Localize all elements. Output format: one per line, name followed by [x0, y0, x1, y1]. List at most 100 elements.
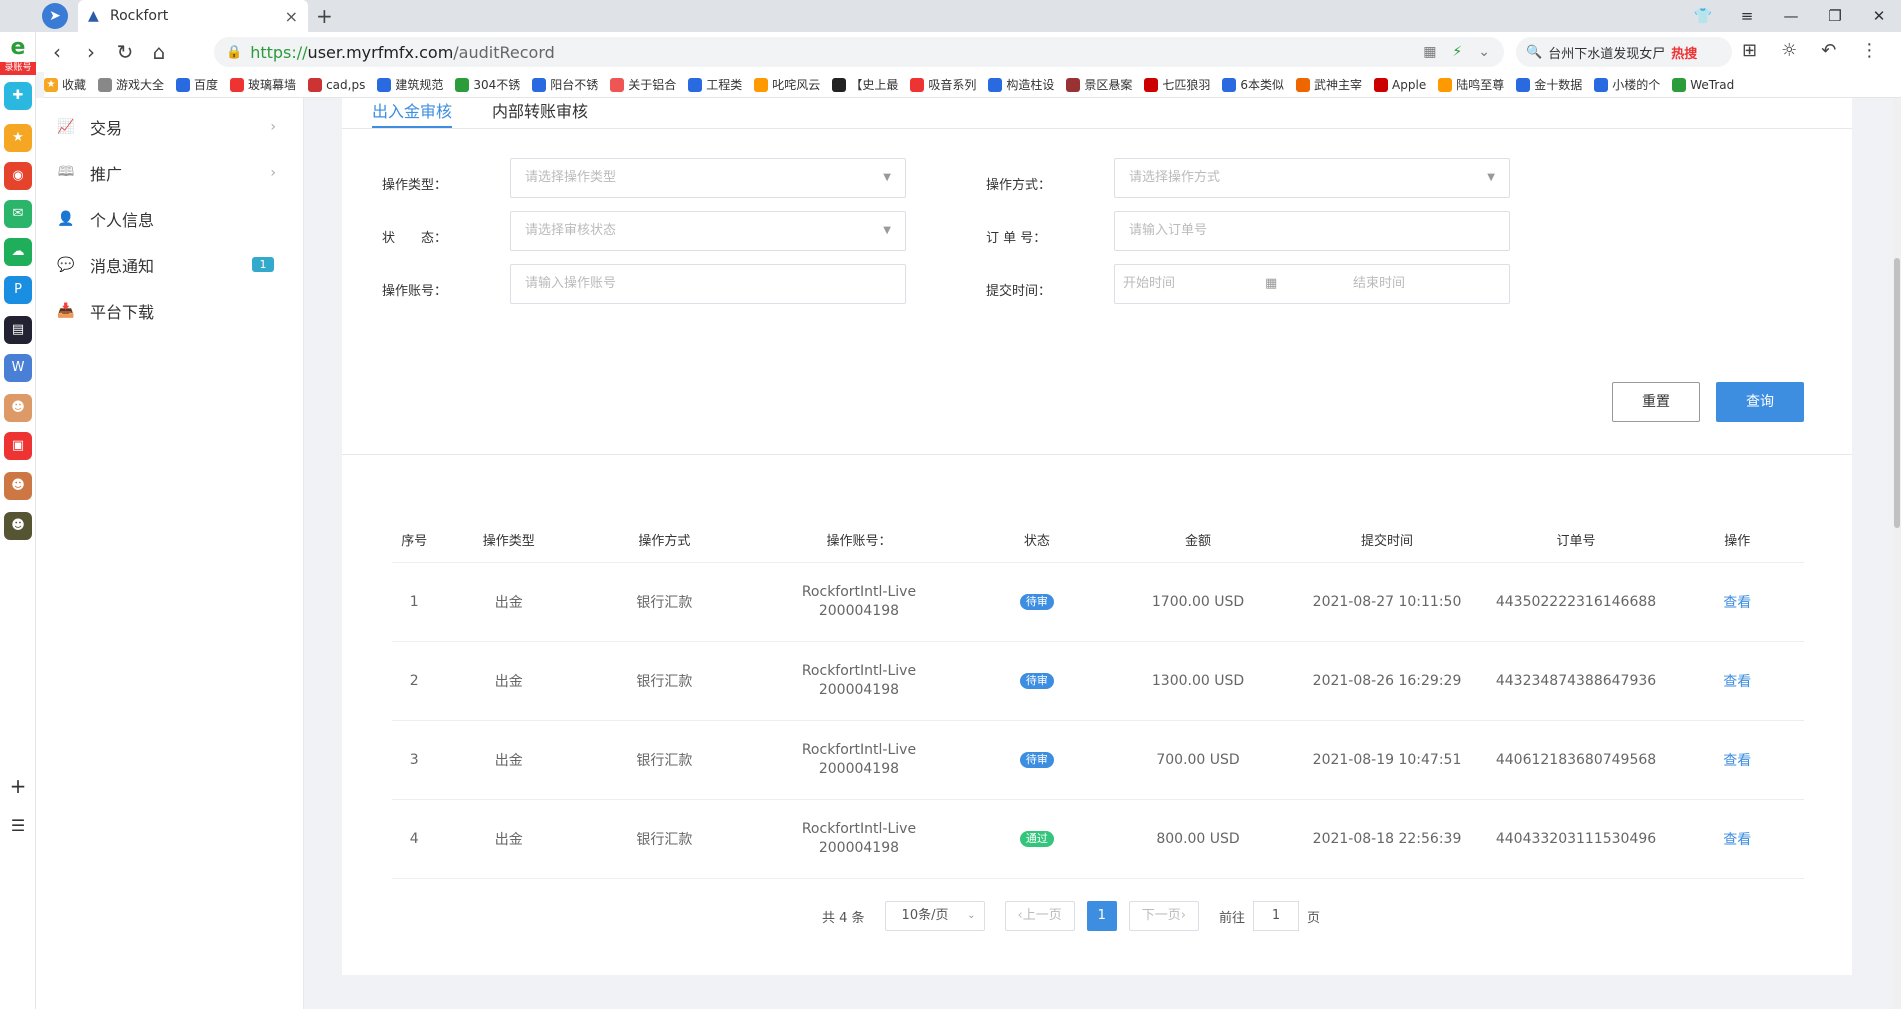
sidebar-item[interactable]: 🕮 推广 ›	[56, 158, 286, 188]
bookmark-icon	[1374, 77, 1389, 92]
bookmark-item[interactable]: 304不锈	[455, 76, 520, 93]
more-icon[interactable]: ⋮	[1860, 40, 1878, 61]
bookmark-item[interactable]: 构造柱设	[988, 76, 1054, 93]
status-badge: 待审	[1019, 594, 1054, 610]
query-button[interactable]: 查询	[1716, 382, 1804, 422]
op-type-placeholder: 请选择操作类型	[525, 170, 617, 185]
tab-deposit-withdraw-audit[interactable]: 出入金审核	[372, 98, 453, 128]
bookmark-item[interactable]: 工程类	[688, 76, 742, 93]
page-size-select[interactable]: 10条/页 ⌄	[884, 901, 985, 931]
bookmark-item[interactable]: 关于铝合	[610, 76, 676, 93]
scrollbar-thumb[interactable]	[1894, 258, 1900, 528]
game-icon-2[interactable]: ▣	[4, 432, 32, 460]
bookmark-item[interactable]: cad,ps	[308, 77, 365, 92]
account-input[interactable]: 请输入操作账号	[510, 264, 906, 304]
bookmark-item[interactable]: 吸音系列	[910, 76, 976, 93]
bookmark-item[interactable]: 金十数据	[1516, 76, 1582, 93]
back-icon[interactable]: ‹	[40, 40, 74, 64]
star-icon[interactable]: ★	[4, 124, 32, 152]
home-icon[interactable]: ⌂	[142, 40, 176, 64]
bolt-icon[interactable]: ⚡	[1452, 44, 1462, 60]
view-link[interactable]: 查看	[1670, 720, 1804, 800]
cloud-icon[interactable]: ☁	[4, 238, 32, 266]
close-tab-icon[interactable]: ×	[285, 7, 298, 26]
op-type-select[interactable]: 请选择操作类型 ▼	[510, 158, 906, 198]
page-scrollbar[interactable]	[1893, 98, 1901, 1009]
page-number[interactable]: 1	[1086, 901, 1117, 931]
qr-icon[interactable]: ▦	[1423, 44, 1436, 60]
record-account-label[interactable]: 录账号	[0, 62, 36, 75]
account-number: 200004198	[818, 839, 900, 856]
bookmark-item[interactable]: WeTrad	[1672, 77, 1734, 92]
sidebar-item[interactable]: 👤 个人信息	[56, 204, 286, 234]
view-link[interactable]: 查看	[1670, 641, 1804, 721]
browser-logo-icon[interactable]: ➤	[42, 3, 68, 29]
bookmark-item[interactable]: 阳台不锈	[532, 76, 598, 93]
weibo-icon[interactable]: ◉	[4, 162, 32, 190]
browser-e-icon[interactable]: e	[4, 34, 32, 62]
menu-icon[interactable]: ≡	[1725, 0, 1769, 32]
order-number: 443234874388647936	[1481, 641, 1671, 721]
bookmark-item[interactable]: 七匹狼羽	[1144, 76, 1210, 93]
grid-icon[interactable]: ⊞	[1742, 40, 1757, 61]
operation-method: 银行汇款	[581, 562, 748, 642]
date-range-picker[interactable]: 开始时间 结束时间 ▦	[1114, 264, 1510, 304]
bookmark-item[interactable]: 景区悬案	[1066, 76, 1132, 93]
bookmark-item[interactable]: 6本类似	[1222, 76, 1284, 93]
bookmark-item[interactable]: Apple	[1374, 77, 1426, 92]
p-app-icon[interactable]: P	[4, 276, 32, 304]
chevron-down-icon[interactable]: ⌄	[1478, 44, 1490, 60]
tab-rockfort[interactable]: ▲ Rockfort ×	[78, 0, 308, 32]
tab-internal-transfer-audit[interactable]: 内部转账审核	[492, 98, 588, 128]
prev-page-button[interactable]: ‹上一页	[1004, 901, 1075, 931]
bookmark-item[interactable]: 陆鸣至尊	[1438, 76, 1504, 93]
op-method-select[interactable]: 请选择操作方式 ▼	[1114, 158, 1510, 198]
bookmark-item[interactable]: ★ 收藏	[44, 76, 86, 93]
bookmark-item[interactable]: 叱咤风云	[754, 76, 820, 93]
bookmark-icon	[1672, 77, 1687, 92]
sidebar-item[interactable]: 📈 交易 ›	[56, 112, 286, 142]
bookmark-item[interactable]: 百度	[176, 76, 218, 93]
close-window-icon[interactable]: ✕	[1857, 0, 1901, 32]
plus-app-icon[interactable]: ✚	[4, 82, 32, 110]
news-icon[interactable]: ▤	[4, 316, 32, 344]
minimize-icon[interactable]: —	[1769, 0, 1813, 32]
reset-button[interactable]: 重置	[1612, 382, 1700, 422]
brightness-icon[interactable]: ☼	[1781, 40, 1797, 61]
bookmark-item[interactable]: 游戏大全	[98, 76, 164, 93]
list-icon[interactable]: ☰	[4, 812, 32, 840]
column-header: 提交时间	[1292, 518, 1482, 563]
bookmark-item[interactable]: 小楼的个	[1594, 76, 1660, 93]
add-icon[interactable]: +	[4, 772, 32, 800]
sidebar-item[interactable]: 📥 平台下载	[56, 296, 286, 326]
forward-icon[interactable]: ›	[74, 40, 108, 64]
operation-method: 银行汇款	[581, 641, 748, 721]
url-field[interactable]: 🔒 https:// user.myrfmfx.com /auditRecord…	[214, 37, 1504, 67]
bookmark-item[interactable]: 玻璃幕墙	[230, 76, 296, 93]
goto-page-input[interactable]: 1	[1253, 901, 1299, 931]
bookmark-item[interactable]: 武神主宰	[1296, 76, 1362, 93]
reload-icon[interactable]: ↻	[108, 40, 142, 64]
restore-icon[interactable]: ❐	[1813, 0, 1857, 32]
next-page-label: 下一页	[1141, 908, 1181, 923]
sidebar-item-label: 平台下载	[90, 303, 155, 322]
mail-icon[interactable]: ✉	[4, 200, 32, 228]
game-icon-4[interactable]: ☻	[4, 512, 32, 540]
bookmark-item[interactable]: 建筑规范	[377, 76, 443, 93]
new-tab-icon[interactable]: +	[316, 4, 333, 28]
game-icon-3[interactable]: ☻	[4, 472, 32, 500]
order-input[interactable]: 请输入订单号	[1114, 211, 1510, 251]
bookmark-item[interactable]: 【史上最	[832, 76, 898, 93]
table-row: 3 出金 银行汇款 RockfortIntl-Live 200004198 待审 700.0…	[392, 720, 1804, 800]
view-link[interactable]: 查看	[1670, 562, 1804, 642]
search-box[interactable]: 🔍 台州下水道发现女尸 热搜	[1516, 37, 1732, 67]
shirt-icon[interactable]: 👕	[1681, 0, 1725, 32]
sidebar-item[interactable]: 💬 消息通知 1	[56, 250, 286, 280]
doc-icon[interactable]: W	[4, 354, 32, 382]
next-page-button[interactable]: 下一页›	[1128, 901, 1199, 931]
view-link[interactable]: 查看	[1670, 799, 1804, 879]
status-select[interactable]: 请选择审核状态 ▼	[510, 211, 906, 251]
undo-icon[interactable]: ↶	[1821, 40, 1836, 61]
game-icon-1[interactable]: ☻	[4, 394, 32, 422]
column-header: 操作	[1670, 518, 1804, 563]
